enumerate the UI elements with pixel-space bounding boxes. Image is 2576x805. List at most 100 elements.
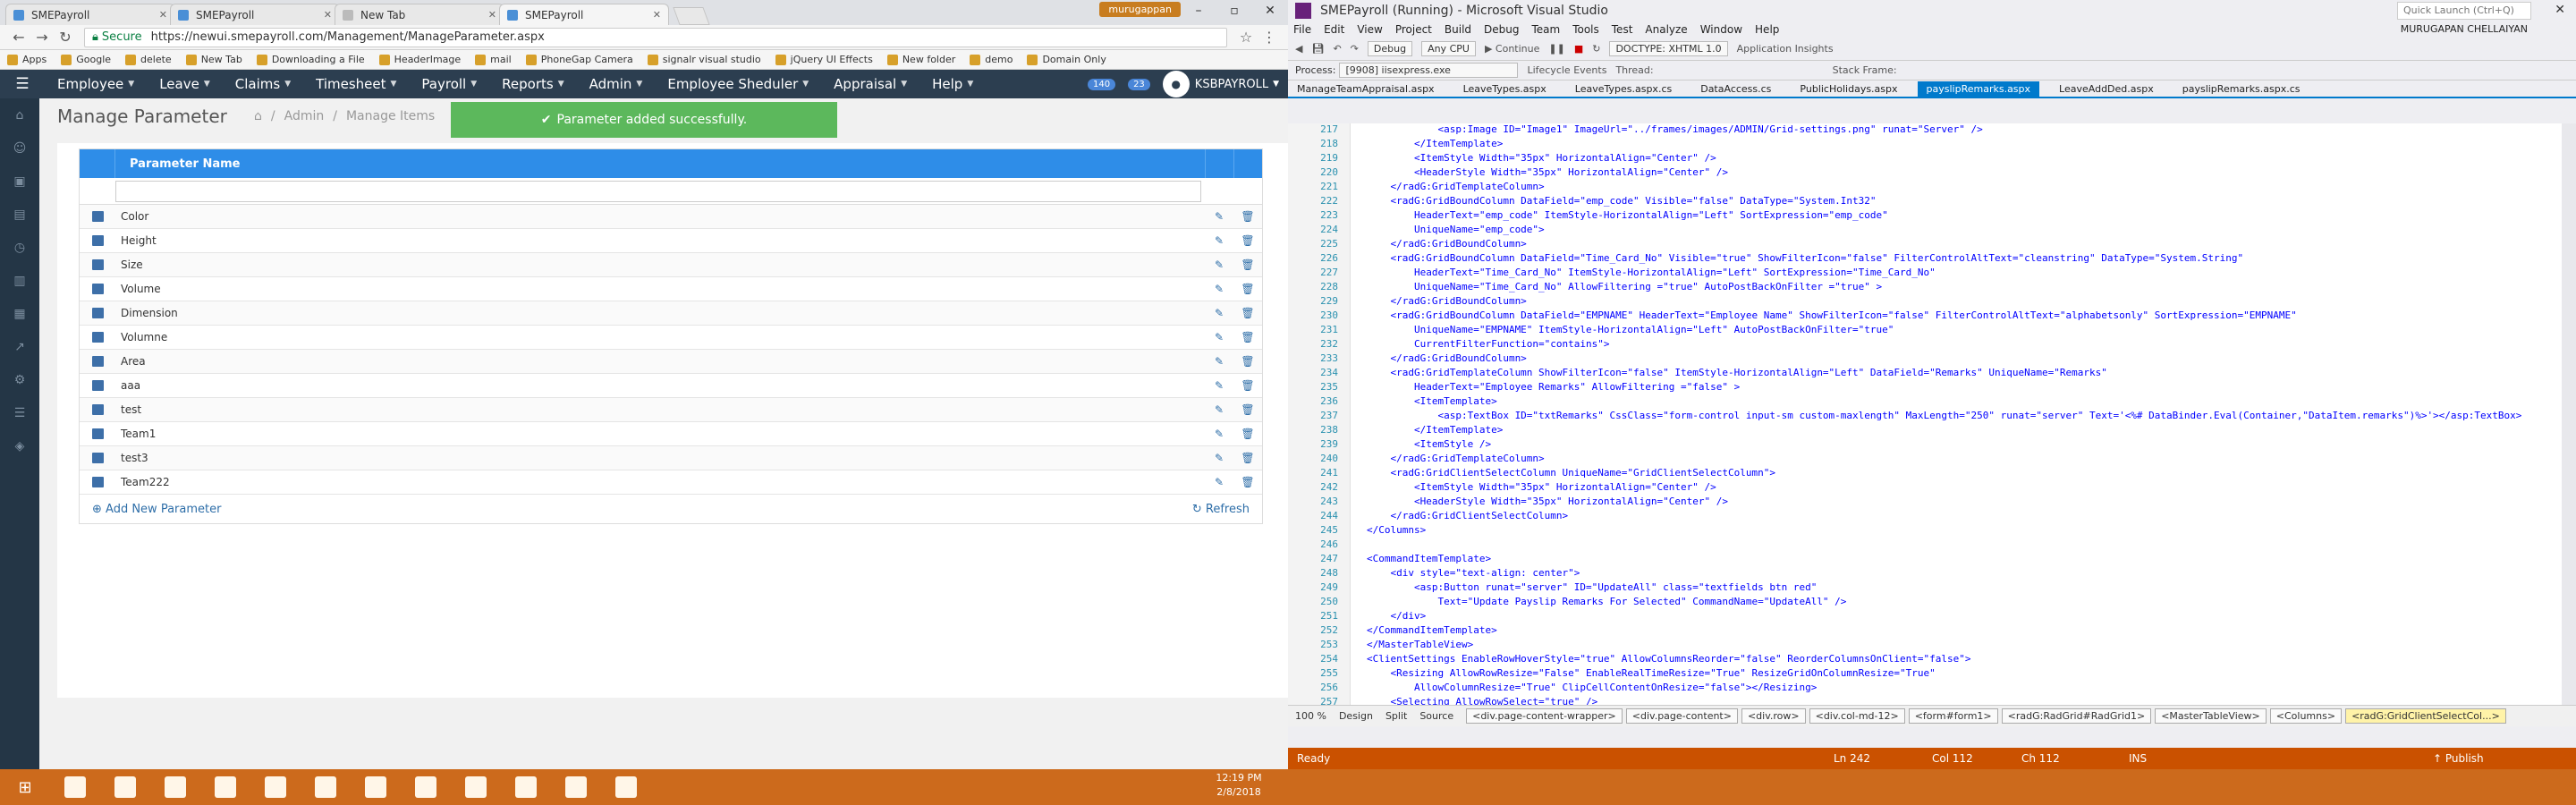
new-tab-button[interactable] <box>673 7 710 25</box>
vs-menu-item[interactable]: Edit <box>1324 23 1344 36</box>
nav-menu-item[interactable]: Leave ▼ <box>147 70 223 98</box>
bookmark-item[interactable]: jQuery UI Effects <box>775 54 873 65</box>
nav-menu-item[interactable]: Reports ▼ <box>489 70 576 98</box>
close-icon[interactable]: ✕ <box>488 9 496 21</box>
vertical-scrollbar[interactable] <box>2562 123 2576 705</box>
store-taskbar-button[interactable] <box>150 769 200 805</box>
vs-close-icon[interactable]: ✕ <box>2555 3 2565 17</box>
chrome-taskbar-button[interactable] <box>250 769 301 805</box>
close-window-icon[interactable]: ✕ <box>1252 0 1288 21</box>
element-path-item[interactable]: <radG:GridClientSelectCol...> <box>2345 708 2506 724</box>
edit-icon[interactable]: ✎ <box>1205 379 1233 392</box>
zoom-level[interactable]: 100 % <box>1295 710 1326 722</box>
vs-menu-item[interactable]: Test <box>1612 23 1633 36</box>
close-icon[interactable]: ✕ <box>653 9 661 21</box>
bookmark-item[interactable]: Apps <box>7 54 47 65</box>
bookmark-item[interactable]: New Tab <box>185 54 242 65</box>
doctype-select[interactable]: DOCTYPE: XHTML 1.0 <box>1609 41 1728 56</box>
app-taskbar-button[interactable] <box>551 769 601 805</box>
add-new-parameter-button[interactable]: ⊕ Add New Parameter <box>92 503 221 516</box>
bookmark-item[interactable]: Domain Only <box>1027 54 1106 65</box>
bookmark-item[interactable]: PhoneGap Camera <box>525 54 633 65</box>
breadcrumb-manage-items[interactable]: Manage Items <box>346 109 435 123</box>
sidebar-report-icon[interactable]: ▦ <box>0 297 39 330</box>
element-path-item[interactable]: <div.row> <box>1741 708 1806 724</box>
continue-button[interactable]: ▶ Continue <box>1485 43 1539 55</box>
config-select[interactable]: Debug <box>1367 41 1413 56</box>
lifecycle-events-button[interactable]: Lifecycle Events <box>1527 64 1606 76</box>
vs-menu-item[interactable]: Window <box>1700 23 1742 36</box>
element-path-item[interactable]: <div.page-content-wrapper> <box>1466 708 1623 724</box>
chrome-taskbar-button[interactable] <box>100 769 150 805</box>
avatar[interactable]: ● <box>1162 71 1190 97</box>
sidebar-leave-icon[interactable]: ▣ <box>0 165 39 198</box>
bookmark-item[interactable]: HeaderImage <box>378 54 461 65</box>
start-icon[interactable]: ⊞ <box>0 769 50 805</box>
edit-icon[interactable]: ✎ <box>1205 307 1233 319</box>
tools-taskbar-button[interactable] <box>351 769 401 805</box>
document-tab[interactable]: LeaveTypes.aspx <box>1454 81 1555 97</box>
edit-icon[interactable]: ✎ <box>1205 355 1233 368</box>
sidebar-user-icon[interactable]: ☺ <box>0 131 39 165</box>
bookmark-item[interactable]: mail <box>475 54 512 65</box>
sidebar-timesheet-icon[interactable]: ◷ <box>0 231 39 264</box>
hamburger-icon[interactable]: ☰ <box>0 75 45 93</box>
edit-icon[interactable]: ✎ <box>1205 234 1233 247</box>
delete-icon[interactable]: 🗑︎ <box>1233 331 1262 343</box>
parameter-filter-input[interactable] <box>115 180 1201 202</box>
close-icon[interactable]: ✕ <box>324 9 332 21</box>
vs-menu-item[interactable]: Debug <box>1484 23 1519 36</box>
save-icon[interactable]: 💾︎ <box>1311 43 1324 55</box>
sidebar-settings-icon[interactable]: ⚙ <box>0 363 39 396</box>
nav-menu-item[interactable]: Claims ▼ <box>223 70 303 98</box>
delete-icon[interactable]: 🗑︎ <box>1233 476 1262 488</box>
nav-menu-item[interactable]: Admin ▼ <box>577 70 656 98</box>
nav-menu-item[interactable]: Help ▼ <box>919 70 986 98</box>
paint-taskbar-button[interactable] <box>601 769 651 805</box>
nav-menu-item[interactable]: Appraisal ▼ <box>821 70 919 98</box>
vs-menu-item[interactable]: Analyze <box>1645 23 1687 36</box>
delete-icon[interactable]: 🗑︎ <box>1233 403 1262 416</box>
stop-icon[interactable]: ■ <box>1574 43 1583 55</box>
bookmark-item[interactable]: New folder <box>886 54 955 65</box>
nav-menu-item[interactable]: Employee Sheduler ▼ <box>655 70 821 98</box>
vs-menu-item[interactable]: Tools <box>1572 23 1599 36</box>
publish-button[interactable]: ↑ Publish <box>2433 752 2484 765</box>
delete-icon[interactable]: 🗑︎ <box>1233 258 1262 271</box>
delete-icon[interactable]: 🗑︎ <box>1233 307 1262 319</box>
menu-dots-icon[interactable]: ⋮ <box>1258 29 1281 46</box>
document-tab[interactable]: DataAccess.cs <box>1691 81 1780 97</box>
document-tab[interactable]: payslipRemarks.aspx.cs <box>2174 81 2309 97</box>
browser-tab[interactable]: New Tab ✕ <box>335 4 504 25</box>
sidebar-list-icon[interactable]: ☰ <box>0 396 39 429</box>
app-insights-button[interactable]: Application Insights <box>1737 43 1834 55</box>
document-tab[interactable]: LeaveTypes.aspx.cs <box>1566 81 1681 97</box>
bookmark-item[interactable]: Google <box>61 54 111 65</box>
sidebar-home-icon[interactable]: ⌂ <box>0 98 39 131</box>
vs-menu-item[interactable]: Build <box>1445 23 1471 36</box>
taskbar-clock[interactable]: 12:19 PM 2/8/2018 <box>1190 771 1288 800</box>
edit-icon[interactable]: ✎ <box>1205 331 1233 343</box>
maximize-icon[interactable]: ▫ <box>1216 0 1252 21</box>
element-path-item[interactable]: <radG:RadGrid#RadGrid1> <box>2001 708 2152 724</box>
edit-icon[interactable]: ✎ <box>1205 283 1233 295</box>
reload-icon[interactable]: ↻ <box>54 29 77 46</box>
edge-taskbar-button[interactable] <box>301 769 351 805</box>
delete-icon[interactable]: 🗑︎ <box>1233 283 1262 295</box>
edit-icon[interactable]: ✎ <box>1205 210 1233 223</box>
vs-menu-item[interactable]: File <box>1293 23 1311 36</box>
edit-icon[interactable]: ✎ <box>1205 476 1233 488</box>
files-taskbar-button[interactable] <box>401 769 451 805</box>
element-path-item[interactable]: <form#form1> <box>1908 708 1998 724</box>
browser-tab[interactable]: SMEPayroll ✕ <box>5 4 175 25</box>
edit-icon[interactable]: ✎ <box>1205 428 1233 440</box>
delete-icon[interactable]: 🗑︎ <box>1233 452 1262 464</box>
app-taskbar-button[interactable] <box>200 769 250 805</box>
sidebar-claims-icon[interactable]: ▤ <box>0 198 39 231</box>
edit-icon[interactable]: ✎ <box>1205 452 1233 464</box>
notification-badge[interactable]: 140 <box>1087 78 1116 90</box>
minimize-icon[interactable]: – <box>1181 0 1216 21</box>
quick-launch-input[interactable]: Quick Launch (Ctrl+Q) <box>2397 2 2531 20</box>
sidebar-chart-icon[interactable]: ↗ <box>0 330 39 363</box>
sidebar-layers-icon[interactable]: ◈ <box>0 429 39 462</box>
